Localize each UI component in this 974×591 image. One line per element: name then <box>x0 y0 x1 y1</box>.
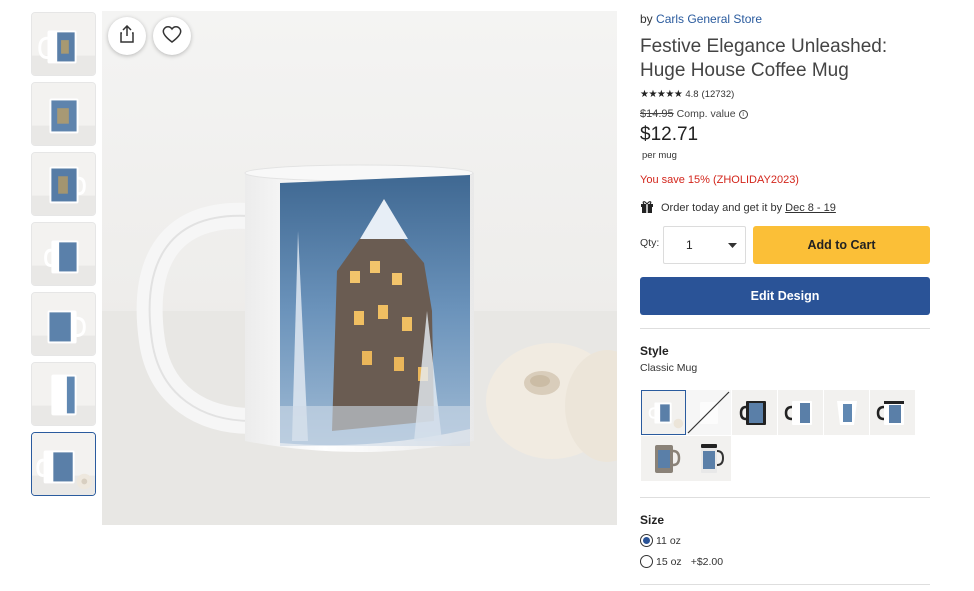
favorite-button[interactable] <box>153 17 191 55</box>
comp-label: Comp. value <box>676 108 736 120</box>
thumbnail-1[interactable] <box>31 12 96 76</box>
qty-label: Qty: <box>640 237 660 249</box>
divider <box>640 328 930 329</box>
style-option-two-tone[interactable] <box>732 390 777 435</box>
thumbnail-4[interactable] <box>31 222 96 286</box>
star-rating-icon: ★★★★★ <box>640 89 683 100</box>
savings-text: You save 15% (ZHOLIDAY2023) <box>640 174 799 186</box>
divider <box>640 584 930 585</box>
style-option-black-handle[interactable] <box>778 390 823 435</box>
style-heading: Style <box>640 344 669 358</box>
thumbnail-list <box>31 12 96 502</box>
comparison-value: $14.95 Comp. value i <box>640 108 748 120</box>
thumbnail-7[interactable] <box>31 432 96 496</box>
style-option-travel[interactable] <box>686 436 731 481</box>
style-option-classic[interactable] <box>641 390 686 435</box>
style-option-black-rim[interactable] <box>870 390 915 435</box>
store-link[interactable]: Carls General Store <box>656 12 762 26</box>
divider <box>640 497 930 498</box>
current-price: $12.71 <box>640 124 699 145</box>
size-option-11oz[interactable]: 11 oz <box>640 534 681 547</box>
style-option-unavailable[interactable] <box>686 390 731 435</box>
delivery-text: Order today and get it by <box>661 201 783 214</box>
quantity-select[interactable] <box>663 226 746 264</box>
share-button[interactable] <box>108 17 146 55</box>
product-title: Festive Elegance Unleashed: Huge House C… <box>640 36 888 81</box>
original-price: $14.95 <box>640 108 674 120</box>
radio-selected[interactable] <box>640 534 653 547</box>
main-product-image <box>102 11 617 525</box>
size-label: 11 oz <box>656 534 681 547</box>
gift-icon <box>640 199 654 216</box>
info-icon[interactable]: i <box>738 109 748 119</box>
review-count: (12732) <box>701 89 735 100</box>
edit-design-button[interactable]: Edit Design <box>640 277 930 315</box>
size-option-15oz[interactable]: 15 oz +$2.00 <box>640 555 723 568</box>
size-heading: Size <box>640 513 665 527</box>
style-selected: Classic Mug <box>640 362 698 374</box>
quantity-input[interactable] <box>664 238 719 252</box>
rating[interactable]: ★★★★★ 4.8 (12732) <box>640 89 734 100</box>
thumbnail-3[interactable] <box>31 152 96 216</box>
price-unit: per mug <box>642 150 677 161</box>
style-option-stein[interactable] <box>641 436 686 481</box>
delivery-estimate: Order today and get it by Dec 8 - 19 <box>640 199 836 216</box>
size-label: 15 oz <box>656 555 682 568</box>
delivery-dates[interactable]: Dec 8 - 19 <box>785 202 836 214</box>
store-byline: by Carls General Store <box>640 12 762 26</box>
thumbnail-2[interactable] <box>31 82 96 146</box>
thumbnail-6[interactable] <box>31 362 96 426</box>
chevron-down-icon[interactable] <box>719 227 745 263</box>
by-prefix: by <box>640 12 653 26</box>
add-to-cart-button[interactable]: Add to Cart <box>753 226 930 264</box>
rating-value: 4.8 <box>685 89 699 100</box>
size-extra-price: +$2.00 <box>690 555 724 568</box>
heart-icon <box>162 25 182 48</box>
thumbnail-5[interactable] <box>31 292 96 356</box>
share-icon <box>119 24 135 48</box>
style-option-latte[interactable] <box>824 390 869 435</box>
radio-unselected[interactable] <box>640 555 653 568</box>
